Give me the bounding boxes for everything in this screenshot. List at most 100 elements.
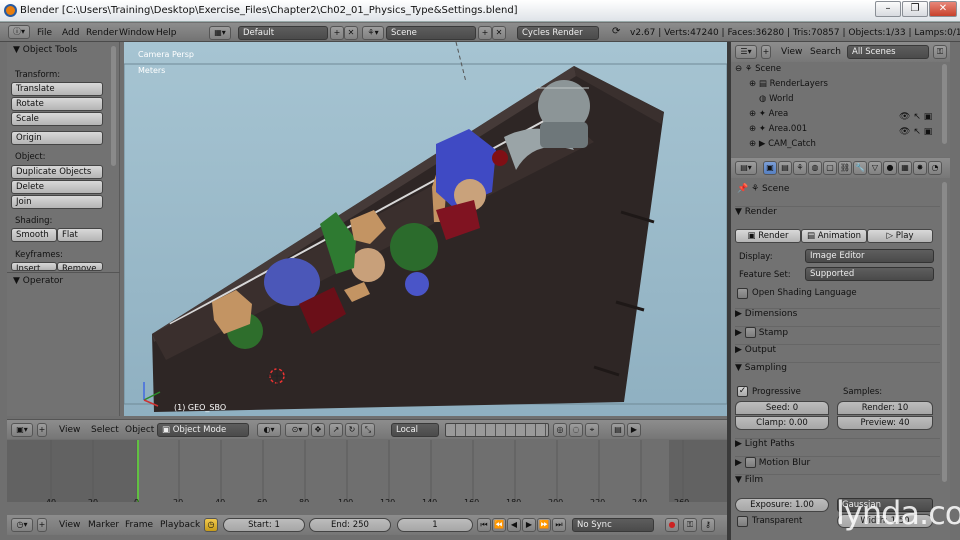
current-frame-field[interactable]: 1: [397, 518, 473, 532]
tool-shelf-scrollbar[interactable]: [111, 46, 116, 166]
light-paths-panel-header[interactable]: ▶ Light Paths: [735, 438, 940, 454]
outliner-lock-icon[interactable]: ⚿: [933, 45, 947, 59]
stamp-panel-header[interactable]: ▶ Stamp: [735, 326, 940, 342]
lock-camera-icon[interactable]: ◎: [553, 423, 567, 437]
outliner-item-scene[interactable]: ⊖ ⚘ Scene: [735, 64, 945, 79]
start-frame-field[interactable]: Start: 1: [223, 518, 305, 532]
render-engine-select[interactable]: Cycles Render: [517, 26, 599, 40]
sampling-panel-header[interactable]: ▼ Sampling: [735, 362, 940, 378]
menu-help[interactable]: Help: [156, 28, 177, 38]
play-button[interactable]: ▷ Play: [867, 229, 933, 243]
editor-type-menu[interactable]: ▣▾: [11, 423, 33, 437]
origin-button[interactable]: Origin: [11, 131, 103, 145]
object-tools-header[interactable]: ▼ Object Tools: [13, 45, 77, 55]
editor-type-menu[interactable]: ▤▾: [735, 161, 757, 175]
timeline[interactable]: -40 -20 0 20 40 60 80 100 120 140 160 18…: [7, 440, 727, 507]
keying-set-icon[interactable]: ⚿: [683, 518, 697, 532]
pivot-point-icon[interactable]: ⊙▾: [285, 423, 309, 437]
scene-icon[interactable]: ⚘▾: [362, 26, 384, 40]
texture-tab-icon[interactable]: ▦: [898, 161, 912, 175]
menu-object[interactable]: Object: [125, 425, 154, 435]
menu-search[interactable]: Search: [810, 47, 841, 57]
outliner-item-cam-catch[interactable]: ⊕ ▶ CAM_Catch: [749, 139, 959, 149]
menu-select[interactable]: Select: [91, 425, 119, 435]
motion-blur-checkbox[interactable]: [744, 457, 756, 468]
3d-viewport[interactable]: Camera Persp Meters (1) GEO_SBO: [124, 42, 727, 416]
add-scene-button[interactable]: +: [478, 26, 492, 40]
remove-keyframe-button[interactable]: Remove: [57, 262, 103, 271]
editor-type-menu[interactable]: ☰▾: [735, 45, 757, 59]
open-shading-language-checkbox[interactable]: [737, 288, 748, 299]
mode-select[interactable]: ▣ Object Mode: [157, 423, 249, 437]
play-icon[interactable]: ▶: [522, 518, 536, 532]
scene-field[interactable]: Scene: [386, 26, 476, 40]
display-select[interactable]: Image Editor: [805, 249, 934, 263]
maximize-button[interactable]: ❐: [902, 1, 928, 17]
header-collapse-icon[interactable]: +: [761, 45, 771, 59]
scene-tab-icon[interactable]: ⚘: [793, 161, 807, 175]
stamp-checkbox[interactable]: [744, 327, 756, 338]
translate-button[interactable]: Translate: [11, 82, 103, 96]
minimize-button[interactable]: –: [875, 1, 901, 17]
rotate-manipulator-icon[interactable]: ↻: [345, 423, 359, 437]
area-separator[interactable]: [727, 42, 731, 540]
transparent-checkbox[interactable]: [737, 516, 748, 527]
end-frame-field[interactable]: End: 250: [309, 518, 391, 532]
render-samples-field[interactable]: Render: 10: [837, 401, 933, 415]
transform-orientation-select[interactable]: Local: [391, 423, 439, 437]
exposure-field[interactable]: Exposure: 1.00: [735, 498, 829, 512]
duplicate-objects-button[interactable]: Duplicate Objects: [11, 165, 103, 179]
rotate-button[interactable]: Rotate: [11, 97, 103, 111]
scale-manipulator-icon[interactable]: ⤡: [361, 423, 375, 437]
modifiers-tab-icon[interactable]: 🔧: [853, 161, 867, 175]
outliner-scrollbar[interactable]: [942, 64, 947, 144]
menu-file[interactable]: File: [37, 28, 52, 38]
translate-manipulator-icon[interactable]: ↗: [329, 423, 343, 437]
menu-marker[interactable]: Marker: [88, 520, 119, 530]
jump-start-icon[interactable]: ⏮: [477, 518, 491, 532]
clamp-field[interactable]: Clamp: 0.00: [735, 416, 829, 430]
properties-scrollbar[interactable]: [942, 182, 947, 482]
physics-tab-icon[interactable]: ◔: [928, 161, 942, 175]
header-collapse-icon[interactable]: +: [37, 423, 47, 437]
delete-button[interactable]: Delete: [11, 180, 103, 194]
close-button[interactable]: ✕: [929, 1, 957, 17]
snap-icon[interactable]: ⌖: [585, 423, 599, 437]
insert-keyframe-icon[interactable]: ⚷: [701, 518, 715, 532]
seed-field[interactable]: Seed: 0: [735, 401, 829, 415]
render-tab-icon[interactable]: ▣: [763, 161, 777, 175]
film-panel-header[interactable]: ▼ Film: [735, 474, 940, 490]
pin-icon[interactable]: 📌: [737, 184, 751, 194]
menu-view[interactable]: View: [59, 425, 80, 435]
preview-samples-field[interactable]: Preview: 40: [837, 416, 933, 430]
menu-playback[interactable]: Playback: [160, 520, 200, 530]
scale-button[interactable]: Scale: [11, 112, 103, 126]
remove-scene-button[interactable]: ✕: [492, 26, 506, 40]
join-button[interactable]: Join: [11, 195, 103, 209]
render-button[interactable]: ▣ Render: [735, 229, 801, 243]
remove-layout-button[interactable]: ✕: [344, 26, 358, 40]
jump-end-icon[interactable]: ⏭: [552, 518, 566, 532]
menu-add[interactable]: Add: [62, 28, 79, 38]
world-tab-icon[interactable]: ◍: [808, 161, 822, 175]
insert-keyframe-button[interactable]: Insert: [11, 262, 57, 271]
menu-frame[interactable]: Frame: [125, 520, 153, 530]
screen-layout-field[interactable]: Default: [238, 26, 328, 40]
visibility-toggles[interactable]: 👁 ↖ ▣ 👁 ↖ ▣: [899, 110, 932, 140]
opengl-render-icon[interactable]: ▶: [627, 423, 641, 437]
render-preview-icon[interactable]: ▤: [611, 423, 625, 437]
particles-tab-icon[interactable]: ✸: [913, 161, 927, 175]
outliner-item-renderlayers[interactable]: ⊕ ▤ RenderLayers: [749, 79, 959, 94]
manipulator-icon[interactable]: ✥: [311, 423, 325, 437]
menu-render[interactable]: Render: [86, 28, 118, 38]
viewport-shading-icon[interactable]: ◐▾: [257, 423, 281, 437]
menu-view[interactable]: View: [59, 520, 80, 530]
add-layout-button[interactable]: +: [330, 26, 344, 40]
next-keyframe-icon[interactable]: ⏩: [537, 518, 551, 532]
data-tab-icon[interactable]: ▽: [868, 161, 882, 175]
render-panel-header[interactable]: ▼ Render: [735, 206, 940, 222]
animation-button[interactable]: ▤ Animation: [801, 229, 867, 243]
motion-blur-panel-header[interactable]: ▶ Motion Blur: [735, 456, 940, 472]
operator-header[interactable]: ▼ Operator: [13, 276, 63, 286]
progressive-checkbox[interactable]: ✓: [737, 386, 748, 397]
